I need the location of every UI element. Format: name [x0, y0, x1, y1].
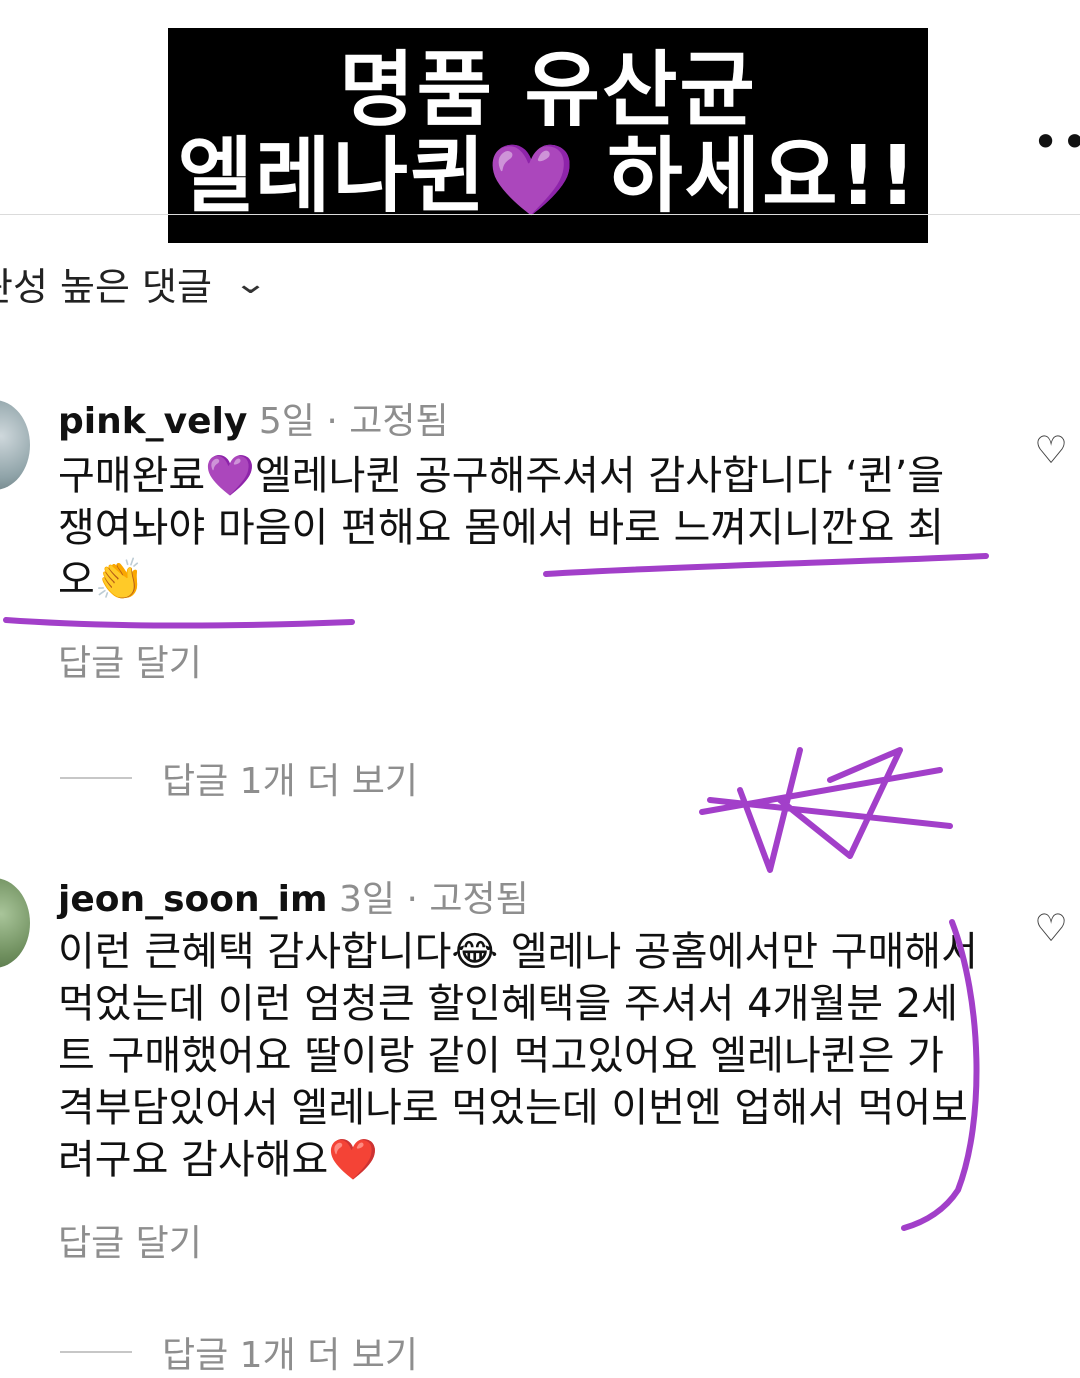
title-banner: 명품 유산균 엘레나퀸💜 하세요!!: [168, 28, 928, 243]
heart-outline-icon[interactable]: ♡: [1034, 906, 1068, 950]
view-more-label: 답글 1개 더 보기: [162, 761, 418, 802]
chevron-down-icon: ⌄: [232, 266, 269, 301]
comment-meta: jeon_soon_im 3일 · 고정됨: [58, 870, 529, 922]
sort-label: 관성 높은 댓글: [0, 265, 212, 309]
comment-text: 이런 큰혜택 감사합니다😂 엘레나 공홈에서만 구매해서 먹었는데 이런 엄청큰…: [58, 929, 978, 1183]
banner-line-2-text: 엘레나퀸: [177, 129, 488, 224]
banner-line-1: 명품 유산균: [339, 43, 757, 138]
avatar[interactable]: [0, 878, 30, 968]
header-divider: [0, 214, 1080, 215]
meta-separator: ·: [326, 401, 338, 442]
reply-button[interactable]: 답글 달기: [58, 634, 202, 686]
star-doodle-mark: [699, 747, 953, 873]
replies-line: [60, 1351, 132, 1353]
view-more-replies[interactable]: 답글 1개 더 보기: [60, 752, 418, 804]
heart-outline-icon[interactable]: ♡: [1034, 428, 1068, 472]
banner-line-2: 엘레나퀸💜 하세요!!: [168, 134, 928, 223]
comment-username[interactable]: pink_vely: [58, 401, 247, 442]
comment-username[interactable]: jeon_soon_im: [58, 879, 328, 920]
pinned-label: 고정됨: [429, 879, 529, 920]
view-more-label: 답글 1개 더 보기: [162, 1335, 418, 1376]
purple-heart-emoji: 💜: [487, 139, 577, 221]
comment-text: 구매완료💜엘레나퀸 공구해주셔서 감사합니다 ‘퀸’을 쟁여놔야 마음이 편해요…: [58, 453, 945, 603]
meta-separator: ·: [406, 879, 418, 920]
reply-button[interactable]: 답글 달기: [58, 1214, 202, 1266]
comment-meta: pink_vely 5일 · 고정됨: [58, 392, 449, 444]
banner-line-2-end: 하세요!!: [607, 129, 919, 224]
more-options-icon[interactable]: •••: [1032, 119, 1080, 165]
comment-sort-dropdown[interactable]: 관성 높은 댓글 ⌄: [0, 256, 268, 311]
view-more-replies[interactable]: 답글 1개 더 보기: [60, 1326, 418, 1378]
avatar[interactable]: [0, 400, 30, 490]
comment-time: 3일: [338, 879, 395, 920]
pinned-label: 고정됨: [349, 401, 449, 442]
underline-mark: [3, 617, 355, 629]
replies-line: [60, 777, 132, 779]
comment-time: 5일: [258, 401, 315, 442]
